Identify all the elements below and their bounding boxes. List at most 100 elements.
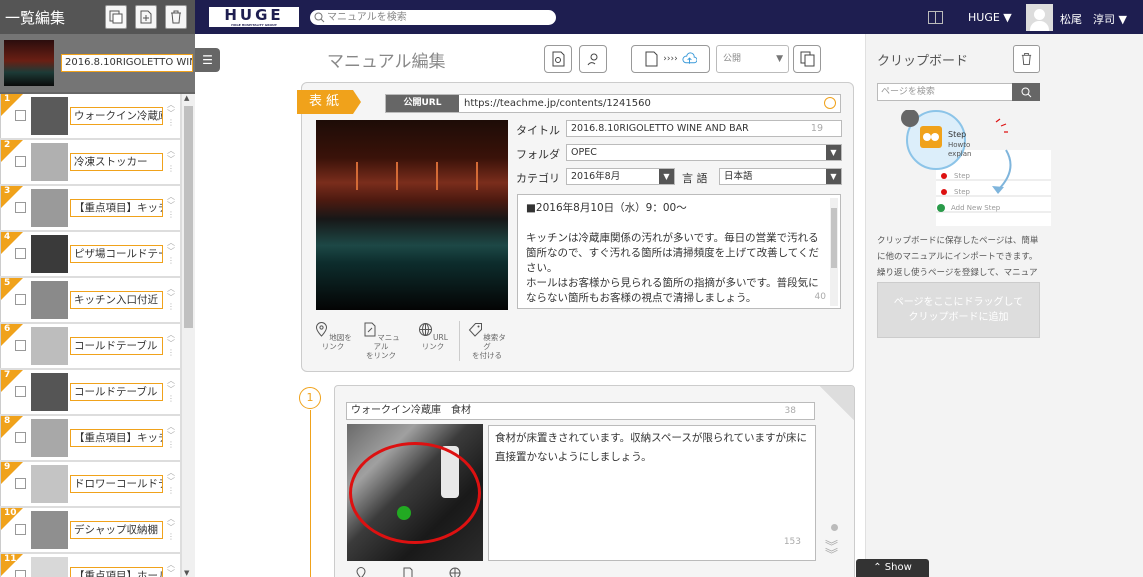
title-field[interactable]: 2016.8.10RIGOLETTO WINE AND BAR 19 (566, 120, 842, 137)
list-item[interactable]: 3 【重点項目】キッチ ︿ ﹀ ⋮ (0, 186, 180, 230)
list-item[interactable]: 1 ウォークイン冷蔵庫 ︿ ﹀ ⋮ (0, 94, 180, 138)
list-item[interactable]: 11 【重点項目】ホール︿﹀⋮ (0, 554, 180, 577)
settings-button[interactable] (579, 45, 607, 73)
copy-button[interactable] (105, 5, 127, 29)
clipboard-delete-button[interactable] (1013, 45, 1040, 73)
cover-action-globe[interactable]: URL リンク (411, 322, 455, 351)
page-label[interactable]: 冷凍ストッカー (70, 153, 163, 171)
manual-link-icon[interactable] (402, 567, 414, 577)
list-item[interactable]: 4 ピザ場コールドテー ︿ ﹀ ⋮ (0, 232, 180, 276)
page-label[interactable]: ドロワーコールドテ (70, 475, 163, 493)
page-checkbox[interactable] (15, 248, 26, 259)
cover-action-map-pin[interactable]: 地図を リンク (311, 322, 355, 351)
page-label[interactable]: 【重点項目】ホール (70, 567, 163, 577)
page-number: 10 (4, 508, 17, 518)
list-item[interactable]: 8 【重点項目】キッチ ︿ ﹀ ⋮ (0, 416, 180, 460)
reorder-icon[interactable]: ︿﹀⋮ (165, 468, 177, 495)
page-checkbox[interactable] (15, 110, 26, 121)
scroll-down-icon[interactable]: ▼ (184, 569, 189, 577)
cover-action-manual-link[interactable]: マニュアル をリンク (359, 322, 403, 360)
user-menu[interactable]: 松尾 淳司 ▼ (1060, 11, 1127, 27)
duplicate-button[interactable] (793, 45, 821, 73)
list-item[interactable]: 7 コールドテーブル ︿ ﹀ ⋮ (0, 370, 180, 414)
org-menu[interactable]: HUGE ▼ (968, 11, 1012, 24)
page-label[interactable]: キッチン入口付近 (70, 291, 163, 309)
reorder-icon[interactable]: ︿﹀⋮ (165, 376, 177, 403)
page-checkbox[interactable] (15, 478, 26, 489)
category-select[interactable]: 2016年8月 ▼ (566, 168, 675, 185)
reorder-icon[interactable]: ︿﹀⋮ (165, 100, 177, 127)
list-item[interactable]: 5 キッチン入口付近 ︿ ﹀ ⋮ (0, 278, 180, 322)
avatar[interactable] (1026, 4, 1053, 31)
page-checkbox[interactable] (15, 156, 26, 167)
manual-search-input[interactable]: マニュアルを検索 (310, 10, 556, 25)
page-list-scrollbar[interactable]: ▲ ▼ (182, 94, 195, 577)
window-toggle-icon[interactable] (928, 11, 943, 24)
cover-action-tag[interactable]: 検索タグ を付ける (465, 322, 509, 360)
scroll-up-icon[interactable]: ▲ (184, 94, 189, 102)
page-thumbnail (31, 419, 68, 457)
reorder-icon[interactable]: ︿﹀⋮ (165, 330, 177, 357)
list-item[interactable]: 2 冷凍ストッカー ︿ ﹀ ⋮ (0, 140, 180, 184)
page-checkbox[interactable] (15, 386, 26, 397)
step-corner-handle[interactable] (820, 386, 854, 420)
map-pin-icon[interactable] (355, 567, 367, 577)
page-number: 11 (4, 554, 17, 564)
list-item[interactable]: 6 コールドテーブル ︿ ﹀ ⋮ (0, 324, 180, 368)
reorder-icon[interactable]: ︿﹀⋮ (165, 146, 177, 173)
list-item[interactable]: 10 デシャップ収納棚 ︿ ﹀ ⋮ (0, 508, 180, 552)
list-menu-icon[interactable]: ☰ (195, 48, 220, 72)
description-field[interactable]: ■2016年8月10日（水）9：00〜 キッチンは冷蔵庫関係の汚れが多いです。毎… (517, 194, 841, 309)
page-label[interactable]: コールドテーブル (70, 337, 163, 355)
public-url-field[interactable]: 公開URL https://teachme.jp/contents/124156… (385, 94, 841, 113)
clipboard-search-input[interactable]: ページを検索 (877, 83, 1040, 101)
cover-entry[interactable]: 2016.8.10RIGOLETTO WINE AND BAR (0, 34, 195, 92)
cover-image[interactable] (316, 120, 508, 310)
step-title-field[interactable]: ウォークイン冷蔵庫 食材 38 (346, 402, 815, 420)
page-checkbox[interactable] (15, 202, 26, 213)
expand-down-icon[interactable]: ︾ ︾ (825, 541, 838, 562)
search-placeholder: マニュアルを検索 (327, 12, 407, 23)
globe-icon[interactable] (824, 97, 836, 109)
cover-title-field[interactable]: 2016.8.10RIGOLETTO WINE AND BAR (61, 54, 193, 72)
page-checkbox[interactable] (15, 432, 26, 443)
step-image[interactable] (347, 424, 483, 561)
page-label[interactable]: ピザ場コールドテー (70, 245, 163, 263)
public-url-value[interactable]: https://teachme.jp/contents/1241560 (464, 95, 651, 112)
reorder-icon[interactable]: ︿﹀⋮ (165, 284, 177, 311)
reorder-icon[interactable]: ︿﹀⋮ (165, 238, 177, 265)
preview-button[interactable] (544, 45, 572, 73)
description-scrollbar[interactable] (830, 198, 838, 306)
add-page-button[interactable] (135, 5, 157, 29)
publish-upload-button[interactable]: ›››› (631, 45, 710, 73)
page-label[interactable]: コールドテーブル (70, 383, 163, 401)
delete-page-button[interactable] (165, 5, 187, 29)
page-label[interactable]: 【重点項目】キッチ (70, 199, 163, 217)
huge-logo[interactable]: HUGE HUGE HOSPITALITY GROUP (209, 7, 299, 27)
scrollbar-thumb[interactable] (184, 106, 193, 328)
page-label[interactable]: デシャップ収納棚 (70, 521, 163, 539)
step-text-field[interactable]: 食材が床置きされています。収納スペースが限られていますが床に直接置かないようにし… (488, 425, 816, 561)
globe-icon[interactable] (449, 567, 461, 577)
page-label[interactable]: ウォークイン冷蔵庫 (70, 107, 163, 125)
reorder-icon[interactable]: ︿﹀⋮ (165, 560, 177, 577)
reorder-icon[interactable]: ︿﹀⋮ (165, 514, 177, 541)
publish-select[interactable]: 公開 ▼ (716, 45, 789, 73)
map-pin-icon (316, 322, 328, 337)
folder-select[interactable]: OPEC ▼ (566, 144, 842, 161)
reorder-icon[interactable]: ︿﹀⋮ (165, 192, 177, 219)
reorder-icon[interactable]: ︿﹀⋮ (165, 422, 177, 449)
page-label[interactable]: 【重点項目】キッチ (70, 429, 163, 447)
page-checkbox[interactable] (15, 294, 26, 305)
clipboard-dropzone[interactable]: ページをここにドラッグして クリップボードに追加 (877, 282, 1040, 338)
step-title-count: 38 (784, 406, 796, 416)
page-checkbox[interactable] (15, 524, 26, 535)
page-checkbox[interactable] (15, 570, 26, 577)
list-item[interactable]: 9 ドロワーコールドテ ︿ ﹀ ⋮ (0, 462, 180, 506)
page-thumbnail (31, 327, 68, 365)
language-select[interactable]: 日本語 ▼ (719, 168, 842, 185)
page-checkbox[interactable] (15, 340, 26, 351)
document-icon (645, 51, 658, 67)
show-toggle-button[interactable]: ⌃ Show (856, 559, 929, 577)
clipboard-search-button[interactable] (1012, 83, 1040, 101)
